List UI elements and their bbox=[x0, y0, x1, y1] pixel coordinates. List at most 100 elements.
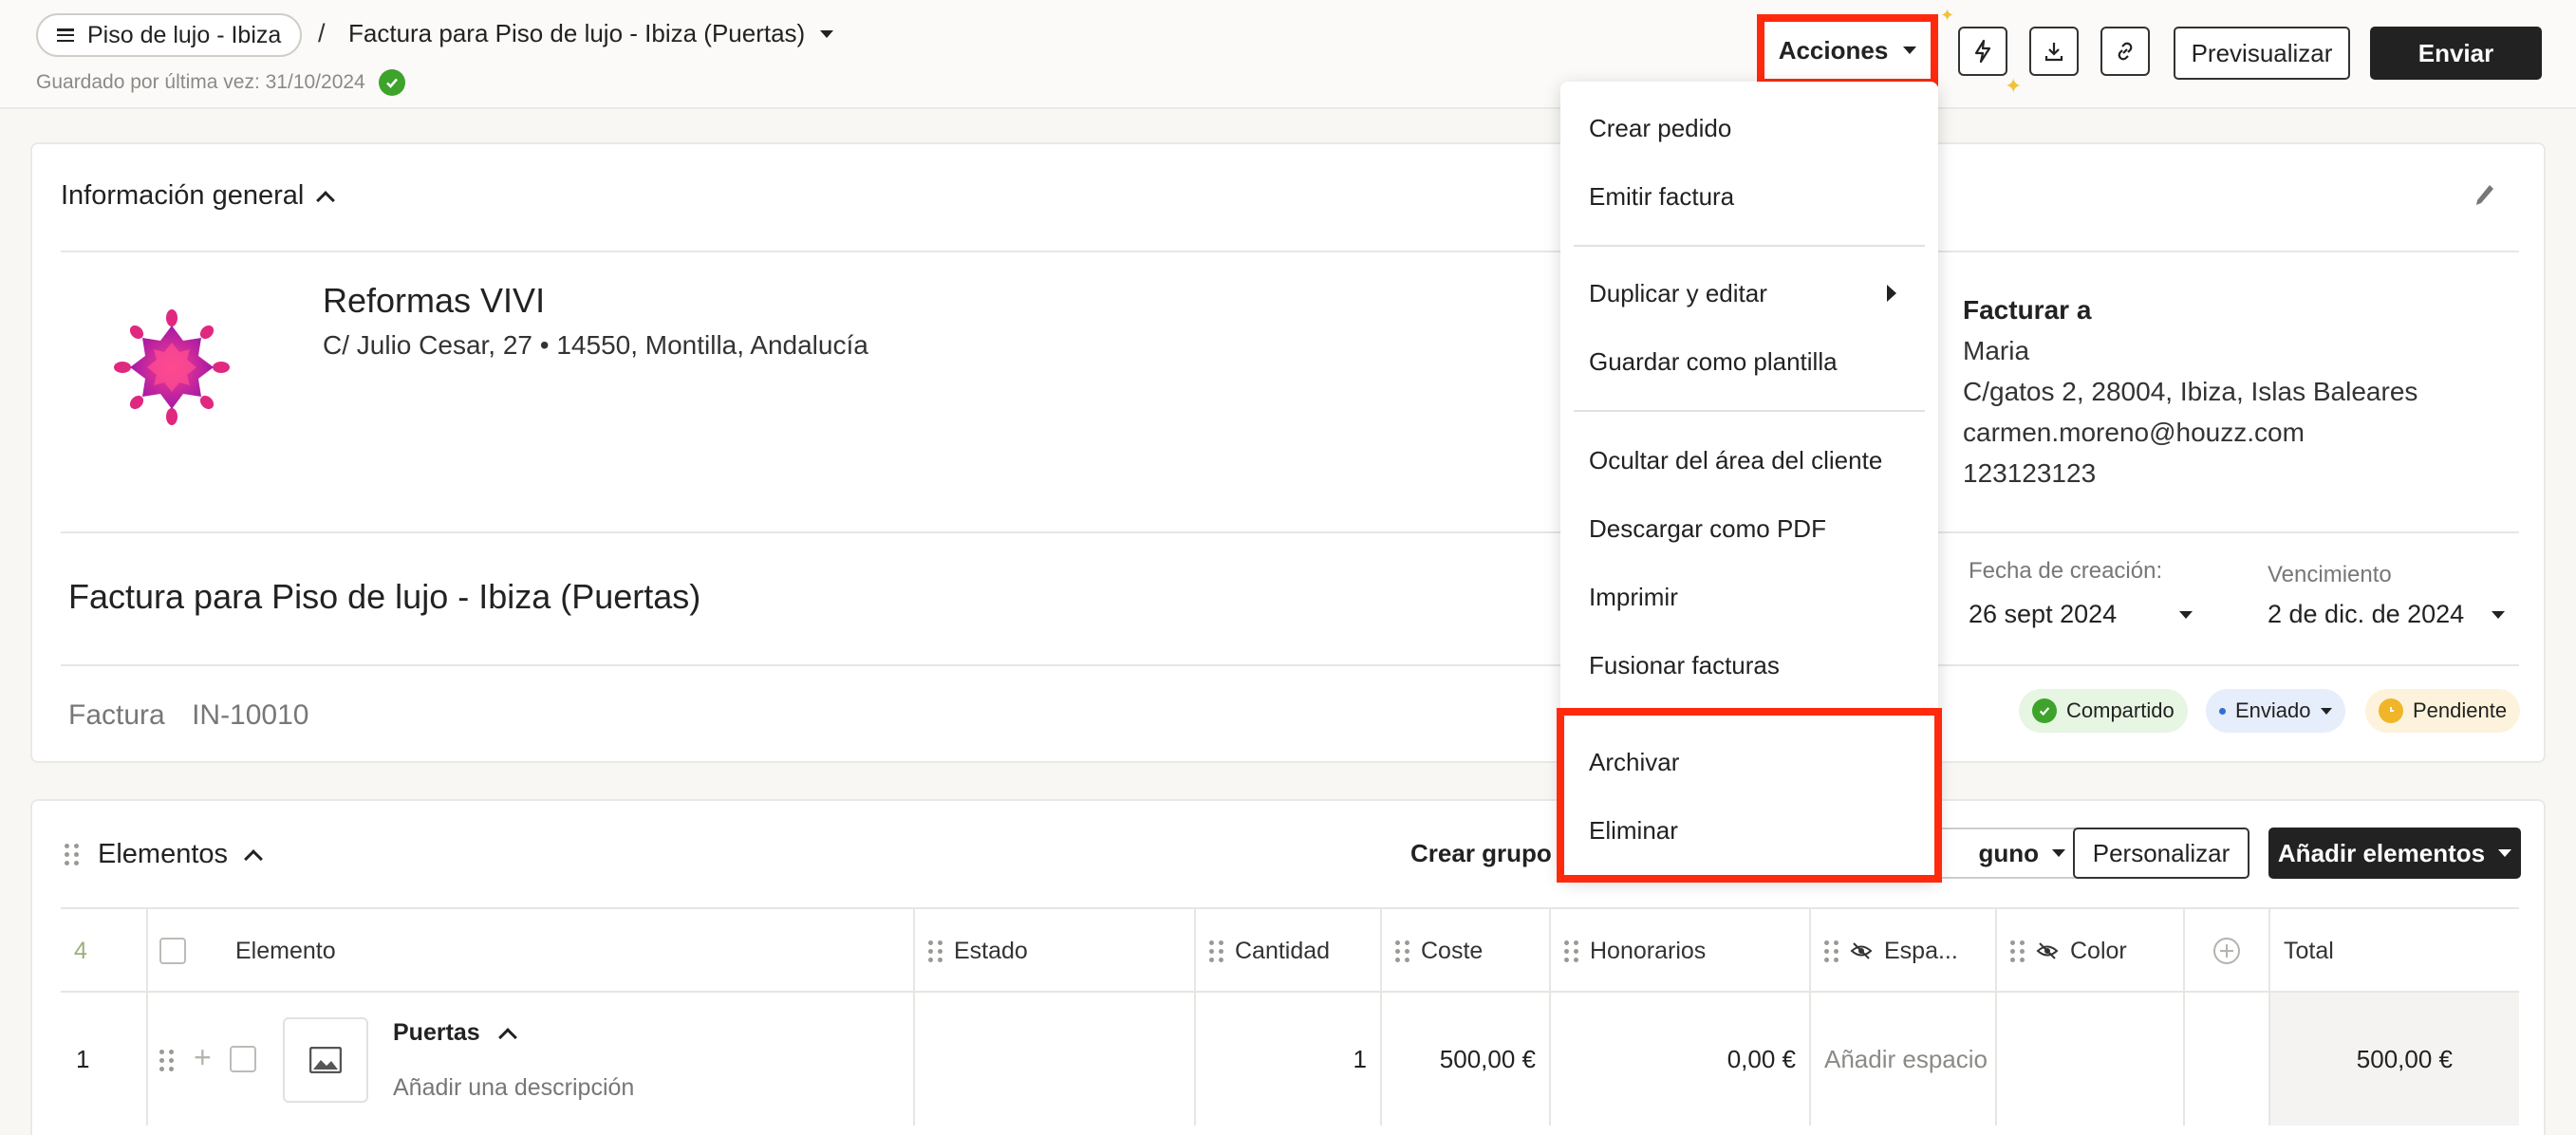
add-column-button[interactable] bbox=[2183, 909, 2268, 993]
menu-icon bbox=[57, 28, 74, 42]
link-button[interactable] bbox=[2100, 27, 2150, 76]
customize-button[interactable]: Personalizar bbox=[2073, 828, 2249, 879]
column-header-quantity[interactable]: Cantidad bbox=[1194, 909, 1380, 993]
column-header-element: Elemento bbox=[146, 909, 905, 993]
created-date-label: Fecha de creación: bbox=[1969, 558, 2163, 584]
column-header-fees[interactable]: Honorarios bbox=[1549, 909, 1809, 993]
actions-button[interactable]: Acciones bbox=[1757, 14, 1938, 86]
column-label: Elemento bbox=[235, 937, 336, 964]
row-image[interactable] bbox=[283, 1017, 368, 1103]
drag-handle-icon[interactable] bbox=[159, 1050, 174, 1071]
group-select-value: guno bbox=[1978, 838, 2039, 867]
chevron-up-icon bbox=[316, 190, 336, 210]
document-title-dropdown[interactable]: Factura para Piso de lujo - Ibiza (Puert… bbox=[348, 19, 834, 48]
caret-down-icon bbox=[2492, 610, 2505, 619]
menu-item-create-order[interactable]: Crear pedido bbox=[1589, 114, 1731, 143]
row-cost[interactable]: 500,00 € bbox=[1380, 993, 1549, 1126]
bill-to-email: carmen.moreno@houzz.com bbox=[1963, 418, 2305, 447]
drag-handle-icon[interactable] bbox=[65, 844, 79, 865]
download-icon bbox=[2044, 43, 2063, 62]
invoice-title: Factura para Piso de lujo - Ibiza (Puert… bbox=[68, 577, 701, 616]
menu-item-hide-client-area[interactable]: Ocultar del área del cliente bbox=[1589, 446, 1882, 475]
divider bbox=[61, 664, 2519, 666]
elements-header[interactable]: Elementos bbox=[65, 839, 263, 870]
menu-item-merge-invoices[interactable]: Fusionar facturas bbox=[1589, 651, 1780, 680]
select-all-checkbox[interactable] bbox=[159, 938, 186, 964]
column-label: Cantidad bbox=[1235, 937, 1331, 964]
column-header-space[interactable]: Espa... bbox=[1809, 909, 1995, 993]
row-empty bbox=[2183, 993, 2268, 1126]
menu-item-save-template[interactable]: Guardar como plantilla bbox=[1589, 347, 1838, 377]
menu-divider bbox=[1574, 245, 1925, 247]
column-label: Coste bbox=[1421, 937, 1484, 964]
menu-item-print[interactable]: Imprimir bbox=[1589, 583, 1678, 612]
project-selector[interactable]: Piso de lujo - Ibiza bbox=[36, 13, 303, 57]
menu-item-duplicate-edit[interactable]: Duplicar y editar bbox=[1589, 279, 1767, 308]
general-info-card: Información general Reformas VIVI C/ Jul… bbox=[30, 142, 2546, 763]
drag-handle-icon bbox=[1564, 940, 1578, 962]
drag-handle-icon bbox=[1824, 940, 1839, 962]
sent-badge[interactable]: Enviado bbox=[2206, 689, 2345, 733]
column-label: Estado bbox=[954, 937, 1028, 964]
caret-down-icon bbox=[2179, 610, 2193, 619]
row-element-cell: + Puertas Añadir una descripción bbox=[146, 993, 913, 1126]
menu-item-download-pdf[interactable]: Descargar como PDF bbox=[1589, 514, 1826, 544]
invoice-number: IN-10010 bbox=[192, 699, 309, 731]
pending-badge: Pendiente bbox=[2365, 689, 2521, 733]
bill-to-label: Facturar a bbox=[1963, 295, 2092, 325]
plus-circle-icon bbox=[2213, 938, 2240, 964]
add-elements-button[interactable]: Añadir elementos bbox=[2268, 828, 2521, 879]
pending-label: Pendiente bbox=[2413, 698, 2508, 722]
caret-down-icon bbox=[820, 29, 834, 38]
row-fees[interactable]: 0,00 € bbox=[1549, 993, 1809, 1126]
column-header-status[interactable]: Estado bbox=[913, 909, 1194, 993]
invoice-number-block: Factura IN-10010 bbox=[68, 699, 308, 732]
bill-to-name: Maria bbox=[1963, 336, 2030, 365]
divider bbox=[61, 531, 2519, 533]
column-header-color[interactable]: Color bbox=[1995, 909, 2183, 993]
sent-label: Enviado bbox=[2235, 698, 2311, 722]
eye-off-icon bbox=[2036, 942, 2059, 959]
column-label: Color bbox=[2070, 937, 2127, 964]
sparkle-icon: ✦ bbox=[2005, 74, 2023, 98]
column-header-cost[interactable]: Coste bbox=[1380, 909, 1549, 993]
chevron-up-icon bbox=[497, 1027, 517, 1047]
row-checkbox[interactable] bbox=[230, 1046, 256, 1072]
drag-handle-icon bbox=[1395, 940, 1409, 962]
download-button[interactable] bbox=[2029, 27, 2079, 76]
edit-button[interactable] bbox=[2473, 182, 2496, 214]
row-quantity[interactable]: 1 bbox=[1194, 993, 1380, 1126]
general-info-header[interactable]: Información general bbox=[61, 180, 336, 212]
drag-handle-icon bbox=[2010, 940, 2025, 962]
column-label: Total bbox=[2284, 937, 2334, 964]
row-description[interactable]: Añadir una descripción bbox=[393, 1074, 634, 1102]
bill-to-block: Facturar a Maria C/gatos 2, 28004, Ibiza… bbox=[1963, 289, 2417, 493]
company-logo bbox=[110, 306, 233, 434]
row-status[interactable] bbox=[913, 993, 1194, 1126]
created-date-select[interactable]: 26 sept 2024 bbox=[1969, 600, 2193, 629]
row-title[interactable]: Puertas bbox=[393, 1019, 517, 1047]
table-row[interactable]: 1 + Puertas Añadir una descripción 1 500… bbox=[61, 993, 2519, 1126]
create-group-button[interactable]: Crear grupo bbox=[1410, 839, 1552, 868]
row-total: 500,00 € bbox=[2268, 993, 2519, 1126]
add-row-icon[interactable]: + bbox=[194, 1040, 212, 1075]
menu-item-issue-invoice[interactable]: Emitir factura bbox=[1589, 182, 1734, 212]
top-bar: Piso de lujo - Ibiza / Factura para Piso… bbox=[0, 0, 2576, 109]
chevron-up-icon bbox=[244, 848, 263, 868]
column-label: Honorarios bbox=[1590, 937, 1707, 964]
project-name: Piso de lujo - Ibiza bbox=[87, 21, 282, 48]
bolt-icon bbox=[1974, 39, 1991, 64]
row-space[interactable]: Añadir espacio bbox=[1809, 993, 1995, 1126]
image-icon bbox=[309, 1047, 342, 1073]
drag-handle-icon bbox=[1209, 940, 1223, 962]
row-color[interactable] bbox=[1995, 993, 2183, 1126]
row-index: 1 bbox=[76, 1044, 90, 1073]
send-button[interactable]: Enviar bbox=[2370, 27, 2542, 80]
preview-button[interactable]: Previsualizar bbox=[2174, 27, 2350, 80]
caret-down-icon bbox=[2320, 707, 2332, 715]
clock-icon bbox=[2379, 698, 2403, 723]
bolt-button[interactable] bbox=[1958, 27, 2007, 76]
eye-off-icon bbox=[1850, 942, 1873, 959]
due-date-select[interactable]: 2 de dic. de 2024 bbox=[2268, 600, 2505, 629]
due-date-label: Vencimiento bbox=[2268, 562, 2392, 587]
